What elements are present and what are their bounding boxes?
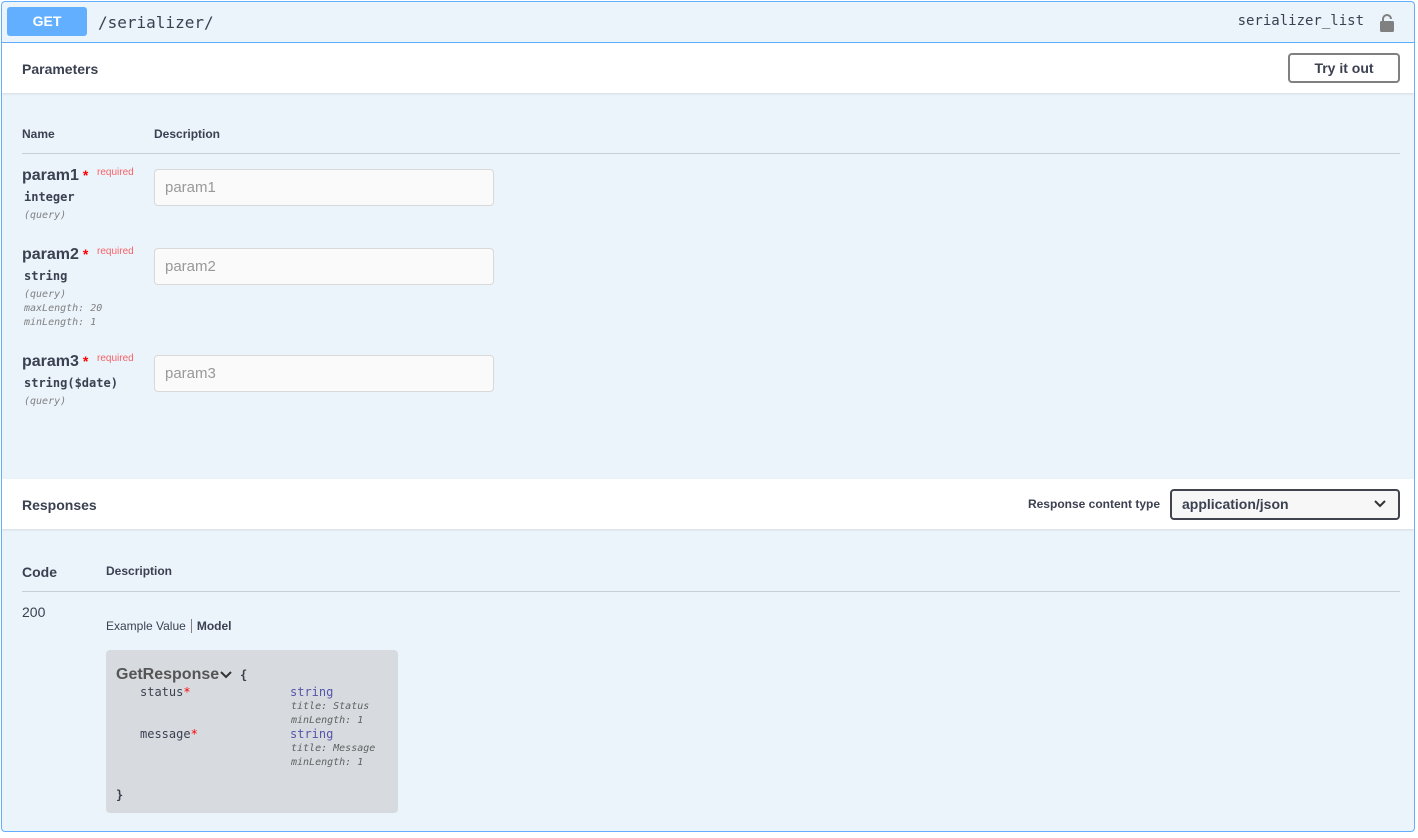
model-property-title: title: Status <box>291 701 370 712</box>
response-content-type-select[interactable]: application/json <box>1170 489 1400 520</box>
model-property-type: string <box>290 727 334 741</box>
param-type: string($date) <box>24 376 118 390</box>
http-method-badge: GET <box>7 7 87 36</box>
model-name[interactable]: GetResponse <box>116 666 219 684</box>
model-property-title: title: Message <box>291 743 376 754</box>
param3-input[interactable] <box>154 355 494 392</box>
param-name: param3 * <box>22 353 89 370</box>
col-code-header: Code <box>22 564 57 580</box>
example-model-tabs: Example Value Model <box>106 619 232 633</box>
required-label: required <box>97 246 134 257</box>
param2-input[interactable] <box>154 248 494 285</box>
operation-summary[interactable]: GET /serializer/ serializer_list <box>2 2 1414 43</box>
model-property-name: message* <box>140 727 198 741</box>
param-constraint: maxLength: 20 <box>24 303 103 314</box>
tab-example-value[interactable]: Example Value <box>106 619 192 633</box>
open-brace: { <box>240 668 248 682</box>
model-property-minlength: minLength: 1 <box>291 715 364 726</box>
operation-block: GET /serializer/ serializer_list Paramet… <box>1 1 1415 832</box>
chevron-down-icon <box>1374 500 1386 508</box>
param-in: (query) <box>24 210 67 221</box>
tab-model[interactable]: Model <box>192 619 232 633</box>
responses-header: Responses Response content type applicat… <box>2 479 1414 529</box>
required-label: required <box>97 167 134 178</box>
param-in: (query) <box>24 396 67 407</box>
param-name: param1 * <box>22 167 89 184</box>
model-property-name: status* <box>140 685 191 699</box>
col-description-header: Description <box>154 127 221 141</box>
select-value: application/json <box>1182 496 1289 512</box>
param-type: string <box>24 269 68 283</box>
col-name-header: Name <box>22 127 55 141</box>
param-type: integer <box>24 190 75 204</box>
parameters-title: Parameters <box>22 61 99 77</box>
param1-input[interactable] <box>154 169 494 206</box>
param-name: param2 * <box>22 246 89 263</box>
response-content-type-label: Response content type <box>1027 497 1160 511</box>
lock-icon[interactable] <box>1379 13 1395 33</box>
param-in: (query) <box>24 289 67 300</box>
parameters-divider <box>22 153 1400 154</box>
model-box: GetResponse { status* string title: Stat… <box>106 650 398 813</box>
parameters-header: Parameters Try it out <box>2 43 1414 93</box>
responses-title: Responses <box>22 497 97 513</box>
model-property-minlength: minLength: 1 <box>291 757 364 768</box>
col-description-header: Description <box>106 564 173 578</box>
operation-id: serializer_list <box>1237 13 1364 29</box>
response-code: 200 <box>22 604 46 620</box>
param-constraint: minLength: 1 <box>24 317 97 328</box>
required-label: required <box>97 353 134 364</box>
close-brace: } <box>116 788 124 802</box>
model-property-type: string <box>290 685 334 699</box>
chevron-down-icon[interactable] <box>220 670 232 680</box>
responses-divider <box>22 591 1400 592</box>
operation-path: /serializer/ <box>98 13 214 32</box>
try-it-out-button[interactable]: Try it out <box>1288 53 1400 83</box>
